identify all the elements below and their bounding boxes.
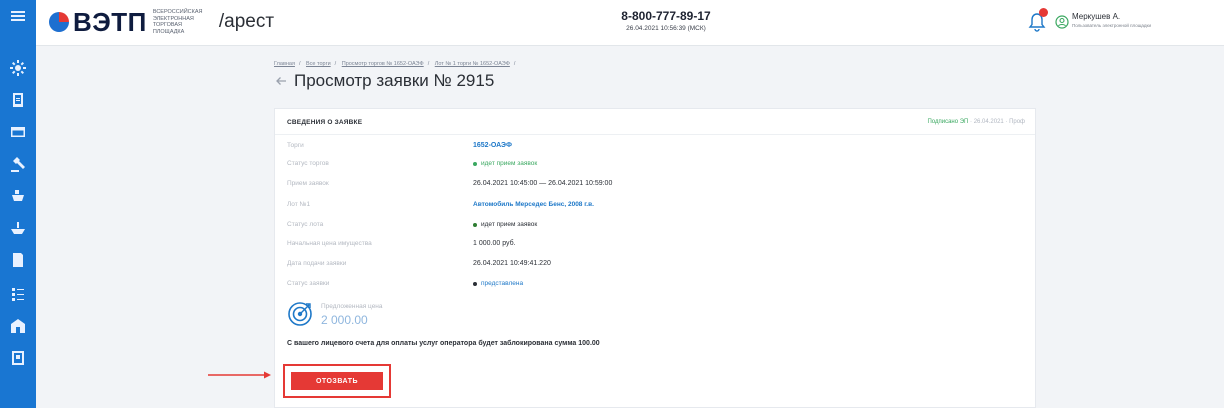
submission-date: 26.04.2021 10:49:41.220: [473, 260, 551, 267]
breadcrumb-item[interactable]: Лот № 1 торги № 1652-ОАЭФ: [435, 61, 510, 67]
info-row: Дата подачи заявки 26.04.2021 10:49:41.2…: [287, 260, 887, 272]
initial-price: 1 000.00 руб.: [473, 240, 516, 247]
lot-status: идет прием заявок: [473, 221, 537, 228]
breadcrumb-separator: /: [298, 61, 301, 67]
signature-status: Подписано ЭП · 26.04.2021 · Проф: [927, 119, 1025, 125]
offered-price-value: 2 000.00: [321, 313, 368, 327]
info-row: Лот №1 Автомобиль Мерседес Бенс, 2008 г.…: [287, 201, 887, 213]
breadcrumb-item[interactable]: Все торги: [306, 61, 331, 67]
withdraw-button[interactable]: ОТОЗВАТЬ: [291, 372, 383, 390]
logo-mark-icon: [49, 12, 69, 32]
lot-link[interactable]: Автомобиль Мерседес Бенс, 2008 г.в.: [473, 201, 594, 208]
back-arrow-icon[interactable]: [274, 74, 288, 88]
logo[interactable]: ВЭТП Всероссийская электронная торговая …: [48, 9, 274, 35]
lot-status-text: идет прием заявок: [481, 221, 538, 228]
card-icon[interactable]: [8, 122, 28, 142]
auction-link[interactable]: 1652-ОАЭФ: [473, 142, 512, 149]
user-icon[interactable]: [1055, 15, 1069, 29]
status-dot-icon: [473, 281, 477, 286]
auction-status-text: идет прием заявок: [481, 160, 538, 167]
row-label: Статус лота: [287, 221, 324, 228]
page-title: Просмотр заявки № 2915: [294, 71, 495, 90]
tablet-icon[interactable]: [8, 90, 28, 110]
info-row: Прием заявок 26.04.2021 10:45:00 — 26.04…: [287, 180, 887, 192]
info-row: Статус заявки представлена: [287, 280, 887, 292]
breadcrumb: Главная / Все торги / Просмотр торгов № 16…: [274, 61, 519, 67]
gavel-icon[interactable]: [8, 154, 28, 174]
breadcrumb-item[interactable]: Главная: [274, 61, 295, 67]
phone-block: 8-800-777-89-17 26.04.2021 10:56:39 (МСК…: [586, 9, 746, 32]
screen: ВЭТП Всероссийская электронная торговая …: [0, 0, 1224, 408]
row-label: Статус заявки: [287, 280, 330, 287]
row-label: Торги: [287, 142, 304, 149]
boat-icon[interactable]: [8, 218, 28, 238]
breadcrumb-separator: /: [334, 61, 337, 67]
document-icon[interactable]: [8, 250, 28, 270]
info-row: Торги 1652-ОАЭФ: [287, 142, 887, 154]
title-row: Просмотр заявки № 2915: [274, 71, 494, 91]
status-dot-icon: [473, 161, 477, 166]
sidebar: [0, 0, 36, 408]
notification-badge: [1039, 8, 1048, 17]
signed-label: Подписано ЭП: [927, 119, 969, 125]
status-dot-icon: [473, 222, 477, 227]
application-status-text: представлена: [481, 280, 524, 287]
logo-text: ВЭТП: [73, 7, 147, 37]
highlight-frame: ОТОЗВАТЬ: [283, 364, 391, 398]
badge-icon[interactable]: [8, 348, 28, 368]
row-label: Дата подачи заявки: [287, 260, 347, 267]
list-icon[interactable]: [8, 284, 28, 304]
info-row: Начальная цена имущества 1 000.00 руб.: [287, 240, 887, 252]
breadcrumb-separator: /: [427, 61, 430, 67]
user-role: Пользователь электронной площадки: [1072, 23, 1152, 28]
row-label: Начальная цена имущества: [287, 240, 372, 247]
application-status: представлена: [473, 280, 523, 287]
user-name[interactable]: Меркушев А.: [1072, 12, 1120, 21]
row-label: Прием заявок: [287, 180, 329, 187]
acceptance-period: 26.04.2021 10:45:00 — 26.04.2021 10:59:0…: [473, 180, 613, 187]
annotation-arrow-icon: [208, 371, 271, 379]
gear-icon[interactable]: [8, 58, 28, 78]
menu-icon[interactable]: [8, 6, 28, 26]
phone-number[interactable]: 8-800-777-89-17: [586, 9, 746, 23]
signed-meta: · 26.04.2021 · Проф: [970, 119, 1025, 125]
auction-status: идет прием заявок: [473, 160, 537, 167]
card-title: СВЕДЕНИЯ О ЗАЯВКЕ: [287, 119, 363, 126]
breadcrumb-separator: /: [513, 61, 516, 67]
target-icon: [288, 302, 312, 326]
logo-subtitle: Всероссийская электронная торговая площа…: [152, 9, 203, 35]
section-name: /арест: [218, 11, 275, 32]
application-card: СВЕДЕНИЯ О ЗАЯВКЕ Подписано ЭП · 26.04.2…: [274, 108, 1036, 408]
row-label: Лот №1: [287, 201, 311, 208]
row-label: Статус торгов: [287, 160, 329, 167]
blocking-notice: С вашего лицевого счета для оплаты услуг…: [287, 340, 600, 347]
card-header: СВЕДЕНИЯ О ЗАЯВКЕ Подписано ЭП · 26.04.2…: [275, 109, 1035, 135]
info-row: Статус торгов идет прием заявок: [287, 160, 887, 172]
ship-icon[interactable]: [8, 186, 28, 206]
building-icon[interactable]: [8, 316, 28, 336]
info-row: Статус лота идет прием заявок: [287, 221, 887, 233]
offered-price-label: Предложенная цена: [321, 303, 383, 310]
breadcrumb-item[interactable]: Просмотр торгов № 1652-ОАЭФ: [342, 61, 424, 67]
server-time: 26.04.2021 10:56:39 (МСК): [626, 25, 706, 32]
